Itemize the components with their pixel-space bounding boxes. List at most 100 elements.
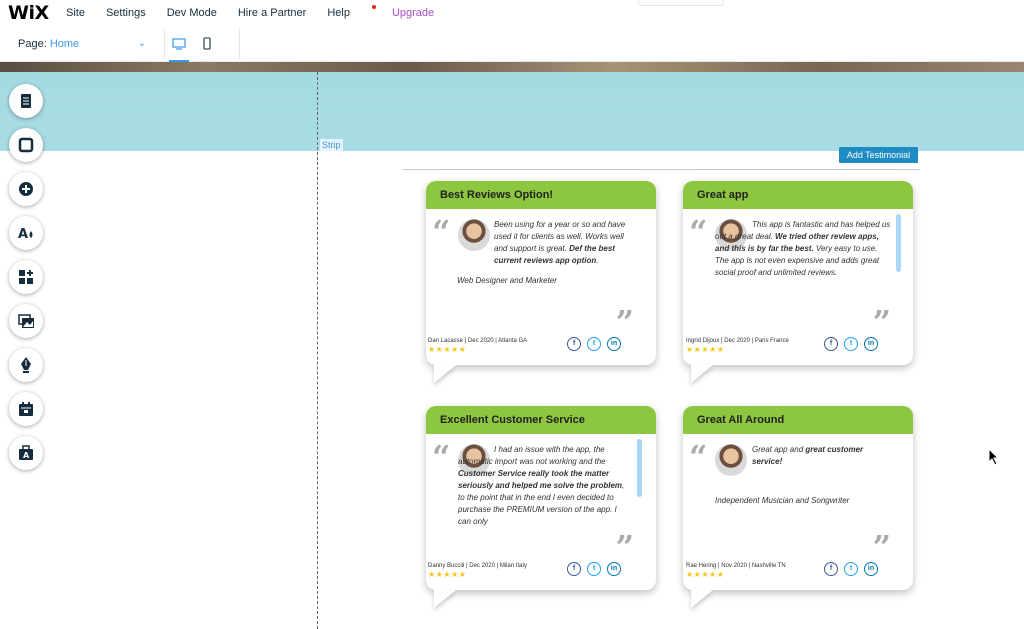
scrollbar[interactable]: [637, 439, 642, 497]
bookings-button[interactable]: [9, 392, 43, 426]
wix-logo[interactable]: WiX: [8, 2, 66, 24]
menu-upgrade[interactable]: Upgrade: [392, 7, 434, 19]
reviewer-meta: Danny Buccili | Dec 2020 | Milan Italy: [428, 563, 527, 569]
twitter-icon[interactable]: t: [587, 337, 601, 351]
apps-button[interactable]: [9, 260, 43, 294]
card-title: Great app: [683, 181, 913, 209]
gridline: [317, 72, 318, 629]
divider: [239, 28, 240, 59]
menu-settings[interactable]: Settings: [106, 7, 146, 19]
menu-hire-partner[interactable]: Hire a Partner: [238, 7, 306, 19]
blog-button[interactable]: [9, 348, 43, 382]
mobile-view-button[interactable]: [193, 26, 221, 62]
add-testimonial-button[interactable]: Add Testimonial: [839, 147, 918, 163]
page-selector[interactable]: Page: Home ⌄: [18, 38, 146, 50]
desktop-view-button[interactable]: [165, 26, 193, 62]
pages-icon: [21, 94, 31, 108]
reviewer-meta: Ingrid Dijoux | Dec 2020 | Paris France: [686, 338, 789, 344]
quote-close-icon: ”: [872, 528, 891, 566]
business-button[interactable]: A: [9, 436, 43, 470]
notification-dot: [371, 5, 376, 9]
testimonial-card[interactable]: Best Reviews Option! “ Been using for a …: [426, 181, 656, 383]
twitter-icon[interactable]: t: [587, 562, 601, 576]
add-button[interactable]: [9, 172, 43, 206]
page-bar: Page: Home ⌄: [0, 26, 1024, 62]
menu-dev-mode[interactable]: Dev Mode: [167, 7, 217, 19]
strip-label[interactable]: Strip: [320, 139, 343, 151]
background-button[interactable]: [9, 128, 43, 162]
page-selector-text: Page: Home: [18, 38, 79, 50]
star-rating: ★★★★★: [686, 570, 725, 579]
testimonial-card[interactable]: Great All Around “ Great app and great c…: [683, 406, 913, 608]
star-rating: ★★★★★: [686, 345, 725, 354]
review-text: Great app and great customer service!: [752, 445, 864, 466]
pen-icon: [21, 357, 31, 373]
reviewer-meta: Dan Lacasse | Dec 2020 | Atlanta GA: [428, 338, 528, 344]
twitter-icon[interactable]: t: [844, 337, 858, 351]
reviewer-role: Independent Musician and Songwriter: [715, 496, 850, 505]
testimonial-card[interactable]: Great app “ This app is fantastic and ha…: [683, 181, 913, 383]
page-label: Page:: [18, 37, 47, 50]
testimonial-card[interactable]: Excellent Customer Service “ I had an is…: [426, 406, 656, 608]
social-links: f t in: [567, 337, 621, 351]
speech-tail: [691, 365, 713, 383]
calendar-icon: [19, 402, 33, 416]
review-text: Been using for a year or so and have use…: [494, 220, 626, 265]
quote-close-icon: ”: [615, 303, 634, 341]
quote-open-icon: “: [689, 438, 708, 476]
review-text: I had an issue with the app, the automat…: [458, 445, 625, 526]
speech-tail: [691, 590, 713, 608]
social-links: f t in: [567, 562, 621, 576]
left-toolbar: A A: [9, 84, 45, 480]
avatar: [458, 219, 490, 251]
design-button[interactable]: A: [9, 216, 43, 250]
chevron-down-icon: ⌄: [137, 38, 146, 49]
desktop-icon: [172, 37, 186, 50]
card-title: Best Reviews Option!: [426, 181, 656, 209]
box-icon: [18, 137, 34, 153]
facebook-icon[interactable]: f: [824, 337, 838, 351]
social-links: f t in: [824, 562, 878, 576]
top-menu: Site Settings Dev Mode Hire a Partner He…: [66, 5, 455, 19]
facebook-icon[interactable]: f: [567, 337, 581, 351]
menu-help-label: Help: [327, 7, 350, 19]
card-title: Great All Around: [683, 406, 913, 434]
quote-close-icon: ”: [872, 303, 891, 341]
linkedin-icon[interactable]: in: [864, 562, 878, 576]
reviewer-meta: Rae Hering | Nov 2020 | Nashville TN: [686, 563, 786, 569]
quote-close-icon: ”: [615, 528, 634, 566]
menu-help[interactable]: Help: [327, 5, 376, 19]
reviewer-role: Web Designer and Marketer: [457, 276, 557, 285]
preview-handle[interactable]: [638, 0, 724, 6]
card-title: Excellent Customer Service: [426, 406, 656, 434]
menu-site[interactable]: Site: [66, 7, 85, 19]
quote-open-icon: “: [432, 213, 451, 251]
facebook-icon[interactable]: f: [824, 562, 838, 576]
design-icon: A: [18, 227, 33, 241]
speech-tail: [434, 365, 456, 383]
svg-text:A: A: [18, 227, 28, 241]
apps-icon: [19, 270, 33, 284]
linkedin-icon[interactable]: in: [607, 562, 621, 576]
speech-tail: [434, 590, 456, 608]
review-text: This app is fantastic and has helped us …: [715, 220, 891, 277]
divider-line: [403, 169, 920, 170]
social-links: f t in: [824, 337, 878, 351]
linkedin-icon[interactable]: in: [864, 337, 878, 351]
mobile-icon: [203, 37, 211, 50]
add-icon: [19, 182, 33, 196]
scrollbar[interactable]: [896, 214, 901, 272]
quote-open-icon: “: [432, 438, 451, 476]
media-button[interactable]: [9, 304, 43, 338]
facebook-icon[interactable]: f: [567, 562, 581, 576]
pages-button[interactable]: [9, 84, 43, 118]
bag-icon: A: [19, 445, 33, 460]
star-rating: ★★★★★: [428, 570, 467, 579]
strip-section[interactable]: [0, 72, 1024, 151]
cursor-icon: [988, 448, 1000, 466]
twitter-icon[interactable]: t: [844, 562, 858, 576]
quote-open-icon: “: [689, 213, 708, 251]
avatar: [715, 444, 747, 476]
linkedin-icon[interactable]: in: [607, 337, 621, 351]
page-value: Home: [49, 37, 80, 50]
